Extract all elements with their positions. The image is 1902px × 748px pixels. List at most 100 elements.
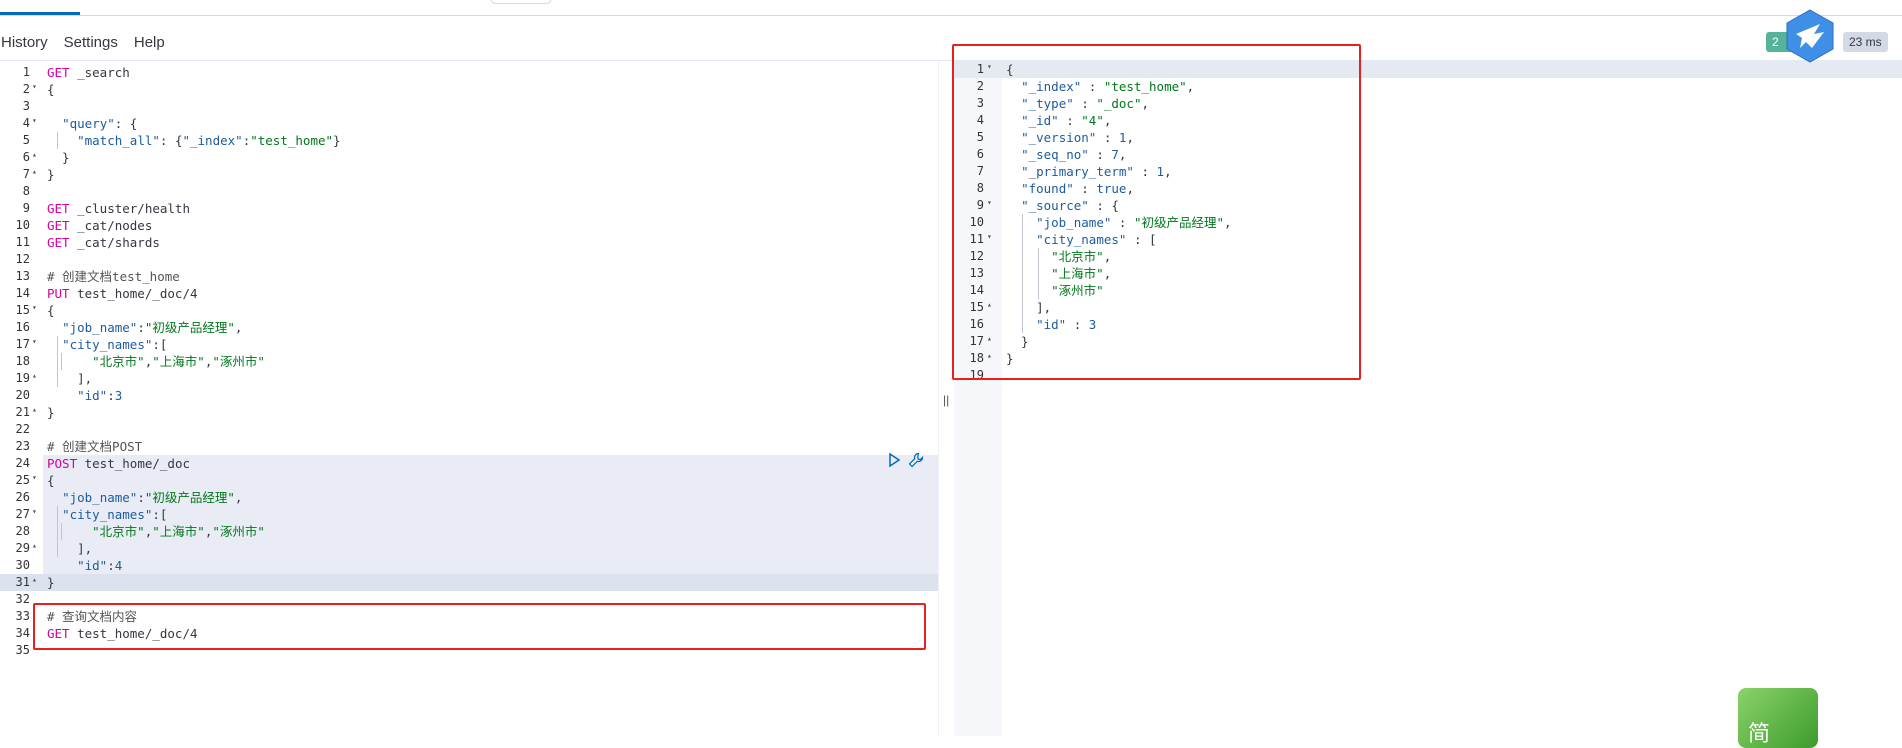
menu-history[interactable]: History <box>1 34 48 51</box>
fold-open-icon[interactable]: ▾ <box>32 116 37 125</box>
top-tab-bar <box>0 0 1902 16</box>
line-number: 17 <box>15 337 30 351</box>
output-line: "_type" : "_doc", <box>1021 96 1150 111</box>
output-line-number: 11 <box>969 232 984 246</box>
output-line-number: 7 <box>976 164 984 178</box>
line-number: 18 <box>15 354 30 368</box>
output-line: } <box>1006 334 1029 349</box>
wrench-icon[interactable] <box>908 452 924 468</box>
top-pill-control[interactable] <box>490 0 552 4</box>
line-number: 29 <box>15 541 30 555</box>
active-tab-indicator <box>0 12 80 15</box>
output-line: "_id" : "4", <box>1021 113 1112 128</box>
line-number: 15 <box>15 303 30 317</box>
line-number: 30 <box>15 558 30 572</box>
fold-close-icon[interactable]: ▴ <box>32 167 37 176</box>
menu-help[interactable]: Help <box>134 34 165 51</box>
fold-close-icon[interactable]: ▴ <box>32 150 37 159</box>
output-line-number: 16 <box>969 317 984 331</box>
request-actions <box>886 452 924 468</box>
fold-open-icon[interactable]: ▾ <box>32 473 37 482</box>
line-number: 33 <box>15 609 30 623</box>
widget-glyph: 简 <box>1748 722 1771 747</box>
code-line: PUT test_home/_doc/4 <box>47 286 198 301</box>
play-icon[interactable] <box>886 452 902 468</box>
code-line: # 创建文档test_home <box>47 269 180 284</box>
output-line: { <box>1006 62 1014 77</box>
output-line: } <box>1006 351 1014 366</box>
output-line-number: 4 <box>976 113 984 127</box>
line-number: 13 <box>15 269 30 283</box>
fold-open-icon[interactable]: ▾ <box>987 198 992 207</box>
line-number: 14 <box>15 286 30 300</box>
line-number: 1 <box>22 65 30 79</box>
line-number: 24 <box>15 456 30 470</box>
request-editor[interactable]: 1 GET _search 2 ▾{3 4 ▾ "query": {5 "match_al… <box>0 61 938 736</box>
line-number: 21 <box>15 405 30 419</box>
output-line: "_seq_no" : 7, <box>1021 147 1127 162</box>
floating-widget[interactable]: 简 <box>1738 688 1818 748</box>
fold-close-icon[interactable]: ▴ <box>987 334 992 343</box>
line-number: 2 <box>22 82 30 96</box>
output-line-number: 19 <box>969 368 984 382</box>
code-line: ], <box>47 541 93 556</box>
output-line-number: 5 <box>976 130 984 144</box>
code-line: } <box>47 167 55 182</box>
output-line-number: 6 <box>976 147 984 161</box>
indent-guide <box>1022 214 1023 333</box>
fold-open-icon[interactable]: ▾ <box>32 507 37 516</box>
menu-settings[interactable]: Settings <box>64 34 118 51</box>
fold-open-icon[interactable]: ▾ <box>987 232 992 241</box>
line-number: 16 <box>15 320 30 334</box>
output-line-number: 1 <box>976 62 984 76</box>
fold-open-icon[interactable]: ▾ <box>987 62 992 71</box>
output-line-number: 18 <box>969 351 984 365</box>
drag-handle-icon[interactable]: || <box>943 393 949 407</box>
code-line: "match_all": {"_index":"test_home"} <box>77 133 341 148</box>
fold-close-icon[interactable]: ▴ <box>32 541 37 550</box>
active-line <box>43 574 938 591</box>
indent-guide <box>57 336 58 387</box>
code-line: "query": { <box>62 116 138 131</box>
indent-guide <box>61 523 62 540</box>
line-number: 28 <box>15 524 30 538</box>
fold-close-icon[interactable]: ▴ <box>32 405 37 414</box>
pane-splitter[interactable]: || <box>938 61 955 736</box>
code-line: GET _cluster/health <box>47 201 190 216</box>
fold-close-icon[interactable]: ▴ <box>987 300 992 309</box>
line-number: 20 <box>15 388 30 402</box>
code-line: GET test_home/_doc/4 <box>47 626 198 641</box>
line-number: 5 <box>22 133 30 147</box>
output-line: "_source" : { <box>1021 198 1119 213</box>
code-line: # 创建文档POST <box>47 439 143 454</box>
response-viewer: 1 ▾{2 "_index" : "test_home", 3 "_type" : … <box>954 61 1902 736</box>
code-line: POST test_home/_doc <box>47 456 190 471</box>
line-number: 6 <box>22 150 30 164</box>
fold-open-icon[interactable]: ▾ <box>32 303 37 312</box>
code-line: "id":4 <box>77 558 123 573</box>
fold-close-icon[interactable]: ▴ <box>32 371 37 380</box>
fold-close-icon[interactable]: ▴ <box>987 351 992 360</box>
line-number: 3 <box>22 99 30 113</box>
code-line: "北京市","上海市","涿州市" <box>92 354 265 369</box>
fold-close-icon[interactable]: ▴ <box>32 575 37 584</box>
line-number: 25 <box>15 473 30 487</box>
output-line-number: 8 <box>976 181 984 195</box>
code-line: } <box>47 575 55 590</box>
fold-open-icon[interactable]: ▾ <box>32 337 37 346</box>
line-number: 27 <box>15 507 30 521</box>
response-active-line <box>954 61 1902 78</box>
bird-logo-icon[interactable] <box>1782 8 1838 64</box>
output-line-number: 15 <box>969 300 984 314</box>
output-line-number: 14 <box>969 283 984 297</box>
output-line-number: 17 <box>969 334 984 348</box>
fold-open-icon[interactable]: ▾ <box>32 82 37 91</box>
console-menu-bar: History Settings Help <box>0 28 960 56</box>
output-line: "id" : 3 <box>1036 317 1097 332</box>
line-number: 32 <box>15 592 30 606</box>
output-line-number: 3 <box>976 96 984 110</box>
line-number: 19 <box>15 371 30 385</box>
output-line: "job_name" : "初级产品经理", <box>1036 215 1232 230</box>
output-line: "涿州市" <box>1051 283 1104 298</box>
line-number: 31 <box>15 575 30 589</box>
